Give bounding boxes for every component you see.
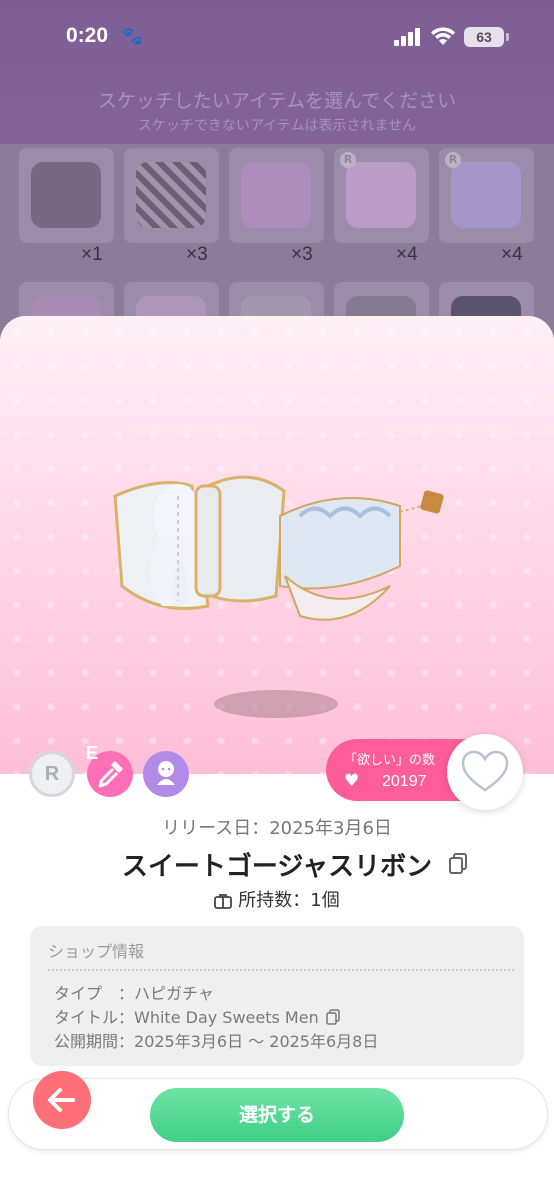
select-button[interactable]: 選択する (150, 1088, 404, 1142)
signal-icon (394, 28, 422, 46)
doll-badge (143, 751, 189, 797)
background-screen: 0:20 🐾 63 スケッチしたいアイテムを選んでください スケッチできないアイ… (0, 0, 554, 377)
arrow-left-icon (48, 1088, 75, 1112)
shop-type-label: タイプ (54, 984, 103, 1003)
item-count: ×4 (501, 244, 523, 265)
copy-icon[interactable] (326, 1009, 340, 1025)
wishlist-count: 20197 (382, 773, 427, 790)
shop-period-value: 2025年3月6日 ～ 2025年6月8日 (134, 1032, 379, 1051)
paw-icon: 🐾 (121, 26, 144, 47)
shop-title-value: White Day Sweets Men (134, 1008, 319, 1027)
item-detail-sheet: R E 「欲しい」の数 ♥ 20197 リリース日：2025年3月6日 スイート… (0, 316, 554, 1200)
shop-title-label: タイトル： (54, 1008, 135, 1027)
item-count: ×3 (186, 244, 208, 265)
ribbon-item-image (113, 475, 444, 621)
rarity-badge: R (29, 751, 75, 797)
doll-icon (157, 761, 175, 785)
header-subtitle: スケッチできないアイテムは表示されません (137, 118, 417, 134)
owned-count-text: 所持数：1個 (238, 890, 340, 911)
shop-period-label: 公開期間： (54, 1032, 135, 1051)
owned-count: 所持数：1個 (0, 886, 554, 912)
grid-item[interactable]: R (334, 148, 429, 243)
edit-badge: E (86, 743, 133, 797)
shop-type-separator: ： (102, 984, 135, 1003)
release-date: リリース日：2025年3月6日 (162, 818, 392, 839)
rarity-mini-badge: R (445, 152, 461, 168)
rarity-mini-badge: R (340, 152, 356, 168)
shop-period-row: 公開期間：2025年3月6日 ～ 2025年6月8日 (54, 1028, 378, 1052)
grid-item[interactable] (229, 148, 324, 243)
shop-title-row: タイトル：White Day Sweets Men (54, 1004, 340, 1028)
heart-icon: ♥ (344, 771, 360, 791)
item-shadow (214, 690, 338, 718)
wishlist-label: 「欲しい」の数 (344, 753, 436, 768)
header-title: スケッチしたいアイテムを選んでください (97, 90, 457, 112)
favorite-button[interactable] (447, 734, 523, 810)
status-time: 0:20 (66, 24, 109, 47)
grid-item[interactable] (19, 148, 114, 243)
status-bar: 0:20 🐾 63 (0, 0, 554, 76)
edit-label: E (86, 743, 99, 763)
item-count: ×4 (396, 244, 418, 265)
copy-icon[interactable] (448, 852, 468, 874)
bag-icon (214, 894, 233, 909)
shop-info-panel: ショップ情報 タイプ ：ハピガチャ タイトル：White Day Sweets … (30, 926, 524, 1066)
shop-type-row: タイプ ：ハピガチャ (54, 980, 214, 1004)
divider (48, 969, 514, 971)
heart-outline-icon (461, 750, 509, 792)
back-button[interactable] (33, 1071, 91, 1129)
shop-info-heading: ショップ情報 (48, 942, 145, 961)
item-preview-stage (0, 316, 554, 774)
item-name: スイートゴージャスリボン (121, 852, 433, 882)
grid-item[interactable]: R (439, 148, 534, 243)
wifi-icon (431, 27, 455, 45)
grid-item[interactable] (124, 148, 219, 243)
shop-type-value: ハピガチャ (134, 984, 214, 1003)
battery-icon: 63 (464, 27, 509, 47)
item-count: ×3 (291, 244, 313, 265)
item-count: ×1 (81, 244, 103, 265)
